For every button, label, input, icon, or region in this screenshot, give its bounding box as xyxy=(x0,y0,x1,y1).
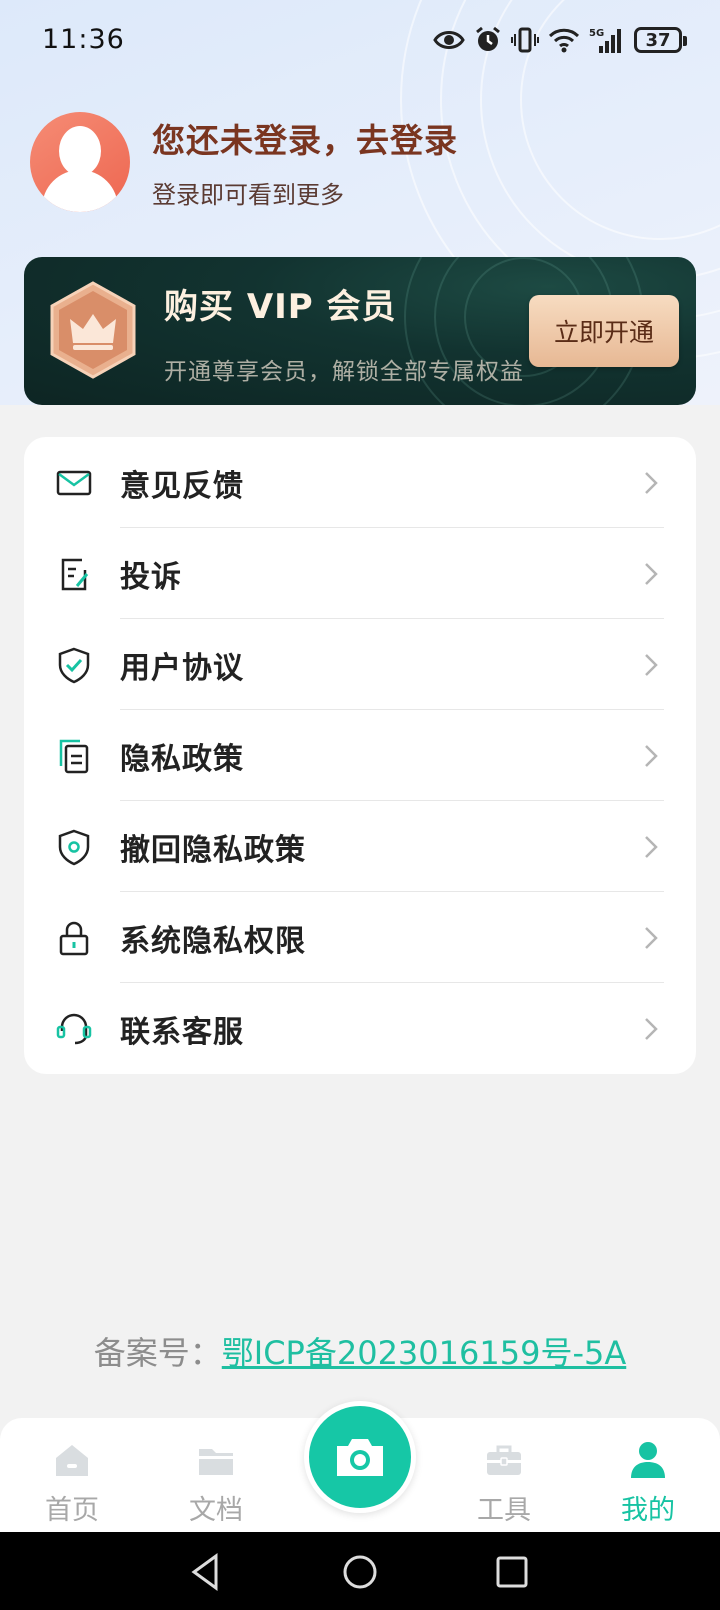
toolbox-icon xyxy=(487,1445,521,1475)
menu-label: 意见反馈 xyxy=(120,469,244,504)
complaint-icon xyxy=(61,558,89,591)
menu-item-feedback[interactable]: 意见反馈 xyxy=(24,437,696,528)
tab-home[interactable]: 首页 xyxy=(12,1418,132,1532)
menu-item-revoke-privacy[interactable]: 撤回隐私政策 xyxy=(24,801,696,892)
menu-item-privacy-policy[interactable]: 隐私政策 xyxy=(24,710,696,801)
tab-label: 文档 xyxy=(189,1495,243,1526)
folder-icon xyxy=(199,1449,233,1475)
vip-title: 购买 VIP 会员 xyxy=(164,287,397,327)
status-bar: 11:36 5G 37 xyxy=(0,0,720,84)
shield-check-icon xyxy=(58,647,90,684)
menu-label: 撤回隐私政策 xyxy=(120,833,306,868)
menu-item-system-permissions[interactable]: 系统隐私权限 xyxy=(24,892,696,983)
headset-icon xyxy=(56,1013,92,1045)
menu-label: 联系客服 xyxy=(120,1015,244,1050)
eye-icon xyxy=(433,31,465,49)
status-time: 11:36 xyxy=(42,24,125,55)
crown-badge-icon xyxy=(50,281,136,379)
menu-label: 用户协议 xyxy=(120,651,244,686)
login-prompt[interactable]: 您还未登录，去登录 xyxy=(152,114,458,162)
home-icon xyxy=(56,1445,88,1476)
mail-icon xyxy=(56,470,92,496)
vip-subtitle: 开通尊享会员，解锁全部专属权益 xyxy=(164,359,524,385)
chevron-right-icon xyxy=(645,745,658,767)
avatar[interactable] xyxy=(30,112,130,212)
profile-section[interactable]: 您还未登录，去登录 登录即可看到更多 xyxy=(30,112,690,212)
camera-button[interactable] xyxy=(304,1401,416,1513)
shield-revoke-icon xyxy=(58,829,90,866)
chevron-right-icon xyxy=(645,654,658,676)
chevron-right-icon xyxy=(645,563,658,585)
icp-record: 备案号：鄂ICP备2023016159号-5A xyxy=(0,1328,720,1374)
menu-item-complaint[interactable]: 投诉 xyxy=(24,528,696,619)
chevron-right-icon xyxy=(645,836,658,858)
chevron-right-icon xyxy=(645,472,658,494)
icp-prefix: 备案号： xyxy=(93,1334,222,1372)
tab-tools[interactable]: 工具 xyxy=(444,1418,564,1532)
vibrate-icon xyxy=(511,27,539,53)
tab-documents[interactable]: 文档 xyxy=(156,1418,276,1532)
chevron-right-icon xyxy=(645,1018,658,1040)
login-subtitle: 登录即可看到更多 xyxy=(152,181,344,209)
menu-label: 隐私政策 xyxy=(120,742,244,777)
back-icon[interactable] xyxy=(184,1550,228,1594)
menu-item-user-agreement[interactable]: 用户协议 xyxy=(24,619,696,710)
alarm-icon xyxy=(476,26,500,51)
activate-vip-button[interactable]: 立即开通 xyxy=(529,295,679,367)
icp-link[interactable]: 鄂ICP备2023016159号-5A xyxy=(222,1334,626,1372)
document-icon xyxy=(59,739,89,774)
home-nav-icon[interactable] xyxy=(338,1550,382,1594)
settings-menu: 意见反馈 投诉 用户协议 隐私政策 撤回隐私政策 系统隐私权限 联系客服 xyxy=(24,437,696,1074)
battery-indicator: 37 xyxy=(634,27,687,53)
recents-icon[interactable] xyxy=(490,1550,534,1594)
tab-label: 我的 xyxy=(621,1495,675,1526)
chevron-right-icon xyxy=(645,927,658,949)
wifi-icon xyxy=(548,28,580,53)
tab-mine[interactable]: 我的 xyxy=(588,1418,708,1532)
user-icon xyxy=(631,1442,665,1478)
menu-item-customer-service[interactable]: 联系客服 xyxy=(24,983,696,1074)
tab-label: 首页 xyxy=(45,1495,99,1526)
status-icons: 5G 37 xyxy=(433,26,687,54)
signal-icon: 5G xyxy=(589,28,621,53)
svg-text:5G: 5G xyxy=(589,28,604,39)
camera-icon xyxy=(337,1439,383,1476)
tab-label: 工具 xyxy=(477,1495,531,1526)
system-navigation-bar xyxy=(0,1532,720,1610)
menu-label: 投诉 xyxy=(120,560,182,595)
lock-icon xyxy=(59,921,89,956)
menu-label: 系统隐私权限 xyxy=(120,924,306,959)
vip-banner[interactable]: 购买 VIP 会员 开通尊享会员，解锁全部专属权益 立即开通 xyxy=(24,257,696,405)
